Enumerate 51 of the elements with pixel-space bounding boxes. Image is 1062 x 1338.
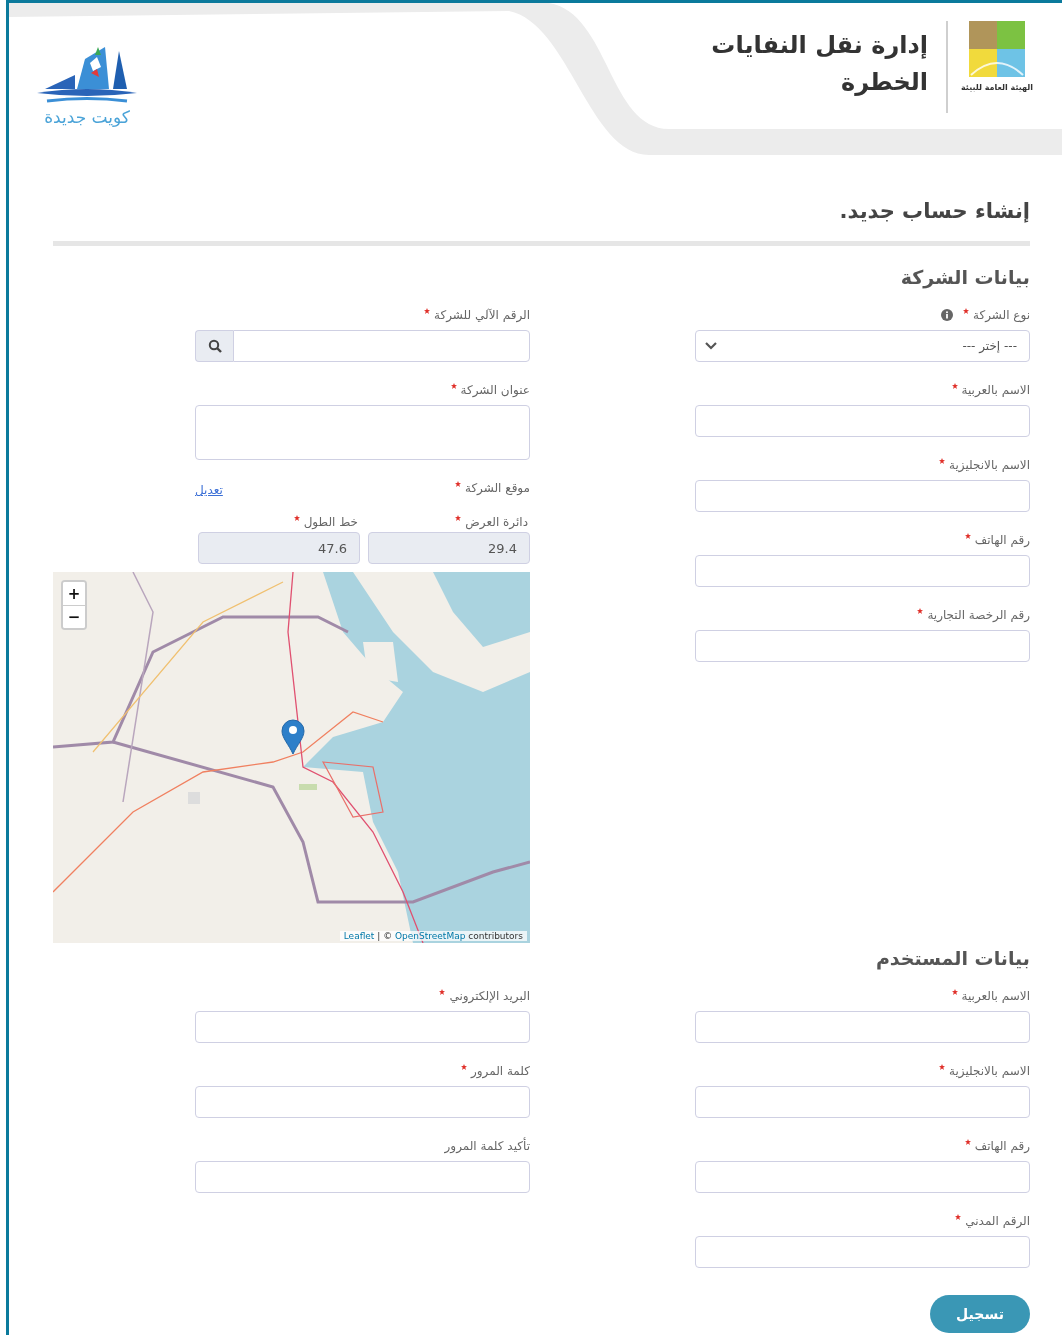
agency-logo xyxy=(969,21,1025,77)
input-field[interactable] xyxy=(695,630,1030,662)
field-label: عنوان الشركة xyxy=(460,382,530,397)
search-button[interactable] xyxy=(195,330,233,362)
text-area[interactable] xyxy=(195,405,530,460)
input-field[interactable] xyxy=(195,1086,530,1118)
chevron-down-icon xyxy=(704,341,718,351)
search-icon xyxy=(207,339,222,353)
attribution-link[interactable]: Leaflet xyxy=(343,931,375,941)
coordinate-field[interactable]: 29.4 xyxy=(368,532,530,564)
agency-name: الهيئة العامة للبيئة xyxy=(961,83,1033,92)
field-label: رقم الهاتف xyxy=(974,532,1030,547)
input-field[interactable] xyxy=(695,555,1030,587)
app-title: إدارة نقل النفايات الخطرة xyxy=(710,30,928,98)
info-icon[interactable] xyxy=(941,308,953,321)
page-title: إنشاء حساب جديد. xyxy=(838,199,1030,225)
input-field[interactable] xyxy=(695,1161,1030,1193)
map-marker-icon[interactable] xyxy=(281,719,305,755)
field-label: نوع الشركة xyxy=(973,307,1030,322)
logo-text: كويت جديدة xyxy=(44,107,130,127)
field-label: الاسم بالانجليزية xyxy=(949,1063,1030,1078)
section-title: بيانات الشركة xyxy=(899,266,1030,291)
input-field[interactable] xyxy=(233,330,530,362)
field-label: الاسم بالعربية xyxy=(961,382,1030,397)
field-label: تأكيد كلمة المرور xyxy=(444,1138,530,1153)
edit-link[interactable]: تعديل xyxy=(195,483,223,513)
select-field[interactable]: --- إختر --- xyxy=(695,330,1030,362)
field-label: البريد الإلكتروني xyxy=(449,988,530,1003)
input-field[interactable] xyxy=(195,1011,530,1043)
field-label: خط الطول xyxy=(303,514,358,529)
section-title: بيانات المستخدم xyxy=(874,947,1030,972)
input-field[interactable] xyxy=(695,405,1030,437)
zoom-out-button[interactable]: − xyxy=(63,605,85,628)
field-label: رقم الرخصة التجارية xyxy=(927,607,1030,622)
attribution-link[interactable]: OpenStreetMap xyxy=(395,931,466,941)
input-field[interactable] xyxy=(695,1236,1030,1268)
field-label: كلمة المرور xyxy=(471,1063,530,1078)
field-label: الرقم الآلي للشركة xyxy=(434,307,530,322)
map-attribution: Leaflet | © OpenStreetMap contributors xyxy=(339,931,527,941)
input-field[interactable] xyxy=(695,1011,1030,1043)
input-field[interactable] xyxy=(695,1086,1030,1118)
field-label: دائرة العرض xyxy=(465,514,528,529)
input-field[interactable] xyxy=(195,1161,530,1193)
submit-button[interactable]: تسجيل xyxy=(930,1295,1030,1333)
coordinate-field[interactable]: 47.6 xyxy=(198,532,360,564)
field-label: الاسم بالعربية xyxy=(961,988,1030,1003)
field-label: موقع الشركة xyxy=(464,480,530,495)
field-label: الرقم المدني xyxy=(965,1213,1030,1228)
field-label: رقم الهاتف xyxy=(974,1138,1030,1153)
field-label: الاسم بالانجليزية xyxy=(949,457,1030,472)
input-field[interactable] xyxy=(695,480,1030,512)
